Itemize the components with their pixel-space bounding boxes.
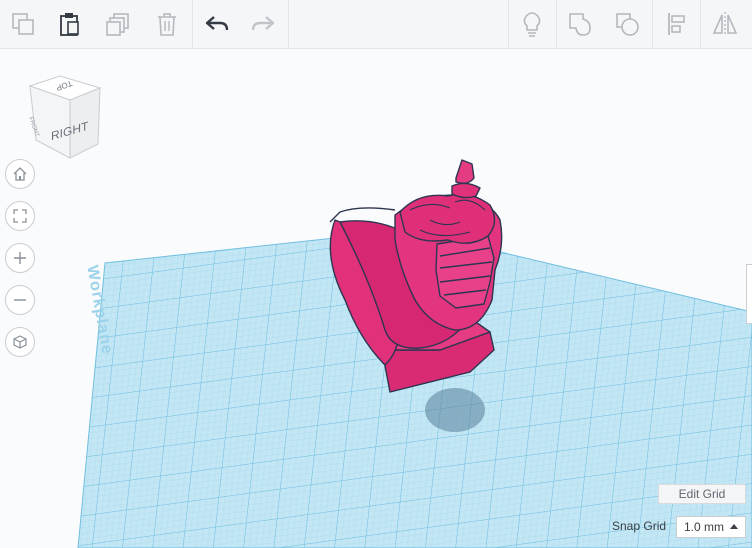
lightbulb-icon	[523, 12, 541, 37]
toolbar-separator	[700, 0, 701, 48]
toolbar-separator	[652, 0, 653, 48]
copy-button[interactable]	[2, 0, 44, 48]
minus-icon	[14, 299, 26, 301]
toolbar-separator	[508, 0, 509, 48]
clipboard-icon	[60, 13, 79, 36]
model-shadow	[425, 388, 485, 432]
snap-grid-label: Snap Grid	[612, 519, 667, 533]
paste-button[interactable]	[48, 0, 90, 48]
main-toolbar	[0, 0, 752, 49]
group-shape-icon	[569, 13, 591, 36]
fit-frame-icon	[13, 209, 27, 223]
home-icon	[13, 167, 27, 181]
mirror-button[interactable]	[704, 0, 746, 48]
group-button[interactable]	[559, 0, 601, 48]
redo-arrow-icon	[251, 16, 275, 31]
3d-viewport[interactable]: Workplane TOP RIGHT FRONT	[0, 49, 752, 548]
light-button[interactable]	[511, 0, 553, 48]
zoom-out-button[interactable]	[5, 285, 35, 315]
home-view-button[interactable]	[5, 159, 35, 189]
align-icon	[668, 13, 685, 35]
toolbar-separator	[192, 0, 193, 48]
undo-button[interactable]	[196, 0, 238, 48]
duplicate-icon	[106, 13, 129, 36]
fit-view-button[interactable]	[5, 201, 35, 231]
redo-button[interactable]	[242, 0, 284, 48]
view-cube[interactable]: TOP RIGHT FRONT	[26, 72, 104, 162]
side-panel-handle[interactable]	[746, 264, 752, 324]
caret-up-icon	[730, 524, 738, 529]
plus-icon	[14, 252, 26, 264]
edit-grid-button[interactable]: Edit Grid	[658, 484, 746, 504]
toolbar-separator	[288, 0, 289, 48]
mirror-icon	[712, 12, 738, 36]
cube-icon	[13, 335, 27, 349]
snap-grid-value: 1.0 mm	[684, 520, 725, 534]
zoom-in-button[interactable]	[5, 243, 35, 273]
perspective-button[interactable]	[5, 327, 35, 357]
toolbar-separator	[556, 0, 557, 48]
delete-button[interactable]	[146, 0, 188, 48]
copy-icon	[12, 13, 34, 35]
undo-arrow-icon	[205, 16, 229, 31]
snap-grid-select[interactable]: 1.0 mm	[676, 516, 746, 538]
ungroup-shape-icon	[616, 13, 639, 36]
ungroup-button[interactable]	[606, 0, 648, 48]
align-button[interactable]	[656, 0, 698, 48]
duplicate-button[interactable]	[97, 0, 139, 48]
trash-icon	[158, 13, 176, 36]
